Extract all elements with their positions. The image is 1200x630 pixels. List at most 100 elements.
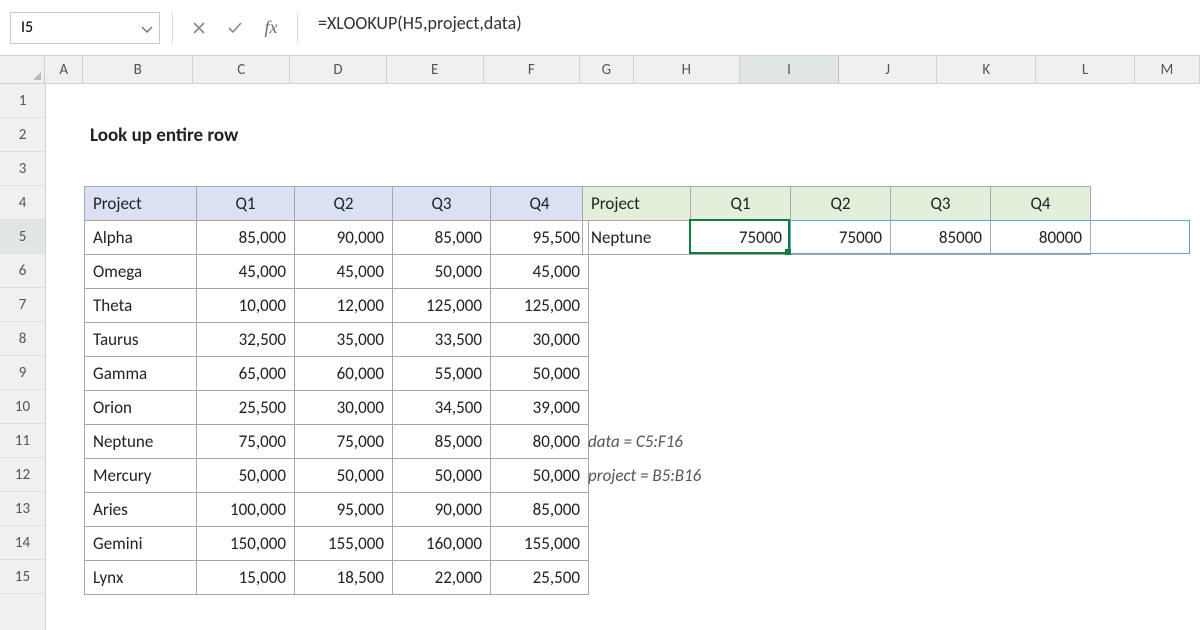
column-header[interactable]: I — [740, 56, 839, 83]
value-cell[interactable]: 60,000 — [295, 357, 393, 391]
column-header[interactable]: M — [1135, 56, 1200, 83]
value-cell[interactable]: 33,500 — [393, 323, 491, 357]
value-cell[interactable]: 30,000 — [491, 323, 589, 357]
value-cell[interactable]: 34,500 — [393, 391, 491, 425]
cancel-icon[interactable] — [185, 14, 213, 42]
value-cell[interactable]: 85,000 — [393, 425, 491, 459]
column-header[interactable]: G — [580, 56, 633, 83]
project-cell[interactable]: Gamma — [85, 357, 197, 391]
project-cell[interactable]: Theta — [85, 289, 197, 323]
lookup-value-cell[interactable]: 75000 — [791, 221, 891, 255]
formula-input[interactable]: =XLOOKUP(H5,project,data) — [310, 12, 1190, 44]
value-cell[interactable]: 25,500 — [197, 391, 295, 425]
value-cell[interactable]: 30,000 — [295, 391, 393, 425]
value-cell[interactable]: 155,000 — [491, 527, 589, 561]
value-cell[interactable]: 155,000 — [295, 527, 393, 561]
value-cell[interactable]: 50,000 — [393, 459, 491, 493]
value-cell[interactable]: 55,000 — [393, 357, 491, 391]
value-cell[interactable]: 35,000 — [295, 323, 393, 357]
fx-icon[interactable]: fx — [257, 14, 285, 42]
row-header[interactable]: 1 — [0, 84, 45, 118]
value-cell[interactable]: 12,000 — [295, 289, 393, 323]
value-cell[interactable]: 45,000 — [197, 255, 295, 289]
value-cell[interactable]: 50,000 — [491, 459, 589, 493]
value-cell[interactable]: 150,000 — [197, 527, 295, 561]
value-cell[interactable]: 50,000 — [197, 459, 295, 493]
row-header[interactable]: 4 — [0, 186, 45, 220]
row-header[interactable]: 9 — [0, 356, 45, 390]
row-header[interactable]: 3 — [0, 152, 45, 186]
value-cell[interactable]: 32,500 — [197, 323, 295, 357]
column-header[interactable]: C — [193, 56, 290, 83]
table-header: Project — [583, 187, 691, 221]
select-all-corner[interactable] — [0, 56, 45, 83]
project-cell[interactable]: Gemini — [85, 527, 197, 561]
column-header[interactable]: H — [634, 56, 741, 83]
row-header[interactable]: 7 — [0, 288, 45, 322]
row-header[interactable]: 6 — [0, 254, 45, 288]
column-header[interactable]: D — [290, 56, 387, 83]
value-cell[interactable]: 50,000 — [393, 255, 491, 289]
value-cell[interactable]: 75,000 — [295, 425, 393, 459]
value-cell[interactable]: 85,000 — [491, 493, 589, 527]
column-header[interactable]: E — [387, 56, 484, 83]
lookup-value-cell[interactable]: 75000 — [691, 221, 791, 255]
row-header[interactable]: 13 — [0, 492, 45, 526]
row-header[interactable]: 12 — [0, 458, 45, 492]
column-header[interactable]: J — [839, 56, 938, 83]
column-header[interactable]: B — [83, 56, 194, 83]
value-cell[interactable]: 45,000 — [491, 255, 589, 289]
value-cell[interactable]: 45,000 — [295, 255, 393, 289]
value-cell[interactable]: 90,000 — [295, 221, 393, 255]
project-cell[interactable]: Lynx — [85, 561, 197, 595]
row-header[interactable]: 5 — [0, 220, 45, 254]
value-cell[interactable]: 125,000 — [393, 289, 491, 323]
project-cell[interactable]: Orion — [85, 391, 197, 425]
value-cell[interactable]: 65,000 — [197, 357, 295, 391]
value-cell[interactable]: 95,000 — [295, 493, 393, 527]
project-cell[interactable]: Omega — [85, 255, 197, 289]
lookup-value-cell[interactable]: 85000 — [891, 221, 991, 255]
value-cell[interactable]: 50,000 — [295, 459, 393, 493]
chevron-down-icon[interactable] — [141, 22, 153, 34]
project-cell[interactable]: Neptune — [85, 425, 197, 459]
value-cell[interactable]: 80,000 — [491, 425, 589, 459]
column-header[interactable]: A — [45, 56, 83, 83]
value-cell[interactable]: 22,000 — [393, 561, 491, 595]
value-cell[interactable]: 75,000 — [197, 425, 295, 459]
table-header: Q2 — [295, 187, 393, 221]
column-header[interactable]: F — [484, 56, 581, 83]
value-cell[interactable]: 160,000 — [393, 527, 491, 561]
project-cell[interactable]: Alpha — [85, 221, 197, 255]
row-header[interactable]: 11 — [0, 424, 45, 458]
project-cell[interactable]: Mercury — [85, 459, 197, 493]
value-cell[interactable]: 18,500 — [295, 561, 393, 595]
row-header[interactable]: 8 — [0, 322, 45, 356]
value-cell[interactable]: 50,000 — [491, 357, 589, 391]
value-cell[interactable]: 90,000 — [393, 493, 491, 527]
column-header[interactable]: L — [1036, 56, 1135, 83]
named-range-note: data = C5:F16 — [582, 424, 689, 458]
column-header[interactable]: K — [937, 56, 1036, 83]
enter-icon[interactable] — [221, 14, 249, 42]
row-header[interactable]: 14 — [0, 526, 45, 560]
value-cell[interactable]: 125,000 — [491, 289, 589, 323]
name-box[interactable]: I5 — [10, 12, 160, 44]
value-cell[interactable]: 10,000 — [197, 289, 295, 323]
value-cell[interactable]: 85,000 — [393, 221, 491, 255]
row-header[interactable]: 2 — [0, 118, 45, 152]
project-cell[interactable]: Aries — [85, 493, 197, 527]
value-cell[interactable]: 100,000 — [197, 493, 295, 527]
row-header[interactable]: 15 — [0, 560, 45, 594]
value-cell[interactable]: 85,000 — [197, 221, 295, 255]
value-cell[interactable]: 25,500 — [491, 561, 589, 595]
row-header[interactable]: 10 — [0, 390, 45, 424]
value-cell[interactable]: 15,000 — [197, 561, 295, 595]
cells-area[interactable]: Look up entire row ProjectQ1Q2Q3Q4Alpha8… — [46, 84, 1200, 630]
lookup-value-cell[interactable]: 80000 — [991, 221, 1091, 255]
value-cell[interactable]: 39,000 — [491, 391, 589, 425]
value-cell[interactable]: 95,500 — [491, 221, 589, 255]
project-cell[interactable]: Taurus — [85, 323, 197, 357]
table-row: Gemini150,000155,000160,000155,000 — [85, 527, 589, 561]
lookup-project-cell[interactable]: Neptune — [583, 221, 691, 255]
